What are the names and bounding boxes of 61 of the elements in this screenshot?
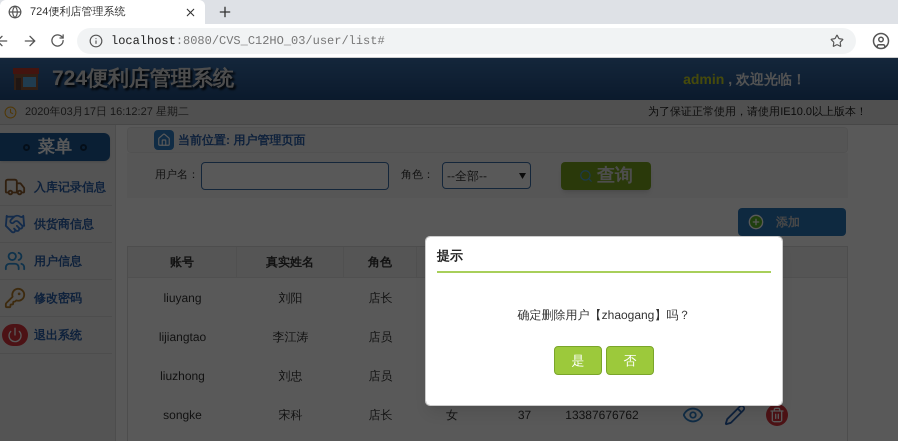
account-icon[interactable]	[872, 32, 890, 50]
table-cell-text: liuzhong	[160, 368, 205, 384]
menu-title: 菜单	[38, 136, 72, 158]
forward-icon[interactable]	[22, 32, 38, 48]
table-cell-text: 13387676762	[565, 406, 639, 424]
browser-tab[interactable]: 724便利店管理系统	[0, 0, 205, 24]
new-tab-icon[interactable]	[217, 4, 233, 20]
table-cell-text: 37	[518, 406, 532, 424]
table-cell-text: 店长	[368, 406, 392, 424]
role-select[interactable]: --全部--	[442, 162, 531, 189]
column-header: 真实姓名	[266, 254, 314, 271]
dropdown-caret-icon	[519, 172, 526, 178]
tab-title: 724便利店管理系统	[30, 4, 126, 20]
plus-icon	[748, 214, 764, 230]
dialog-title: 提示	[437, 246, 463, 265]
column-header: 角色	[368, 254, 392, 271]
browser-notice: 为了保证正常使用，请使用IE10.0以上版本！	[648, 104, 867, 120]
table-cell-text: 店长	[368, 290, 392, 306]
truck-icon	[2, 176, 28, 198]
address-bar[interactable]: localhost:8080/CVS_C12HO_03/user/list#	[77, 28, 856, 54]
search-icon	[579, 168, 593, 182]
menu-item[interactable]: 入库记录信息	[0, 169, 112, 206]
menu-item[interactable]: 退出系统	[0, 317, 112, 354]
bookmark-star-icon[interactable]	[830, 34, 844, 48]
date-time: 2020年03月17日 16:12:27 星期二	[25, 104, 190, 120]
table-cell-text: 刘阳	[278, 290, 302, 306]
users-icon	[2, 250, 28, 272]
table-cell-text: songke	[163, 406, 202, 424]
table-cell-text: liuyang	[163, 290, 202, 306]
clock-icon	[4, 106, 17, 118]
table-cell-text: lijiangtao	[158, 328, 206, 346]
table-cell-text: 店员	[368, 328, 392, 346]
role-label: 角色：	[401, 168, 434, 184]
menu-item[interactable]: 用户信息	[0, 243, 112, 280]
table-cell-text: 刘忠	[278, 368, 302, 384]
dialog-button[interactable]: 否	[606, 346, 654, 375]
username-label: 用户名：	[155, 168, 199, 184]
menu-item[interactable]: 修改密码	[0, 280, 112, 317]
menu-item[interactable]: 供货商信息	[0, 206, 112, 243]
delete-icon[interactable]	[766, 404, 788, 426]
info-icon	[89, 34, 103, 48]
breadcrumb-text: 当前位置: 用户管理页面	[178, 132, 306, 149]
query-button[interactable]: 查询	[561, 162, 651, 190]
globe-icon	[8, 5, 22, 19]
url-text: localhost:8080/CVS_C12HO_03/user/list#	[111, 32, 386, 50]
table-cell-text: 宋科	[278, 406, 302, 424]
username-field[interactable]	[201, 162, 389, 190]
reload-icon[interactable]	[50, 33, 65, 48]
table-cell-text: 李江涛	[272, 328, 308, 346]
home-icon	[154, 130, 174, 150]
column-header: 账号	[170, 254, 194, 271]
edit-icon[interactable]	[724, 404, 746, 426]
table-cell-text: 店员	[368, 368, 392, 384]
handshake-icon	[2, 213, 28, 235]
key-icon	[2, 287, 28, 309]
power-icon	[2, 324, 28, 346]
dialog-button[interactable]: 是	[554, 346, 602, 375]
table-cell-text: 女	[446, 406, 458, 424]
dialog-message: 确定删除用户【zhaogang】吗？	[518, 307, 690, 324]
close-icon[interactable]	[184, 6, 197, 18]
store-icon	[12, 67, 40, 91]
